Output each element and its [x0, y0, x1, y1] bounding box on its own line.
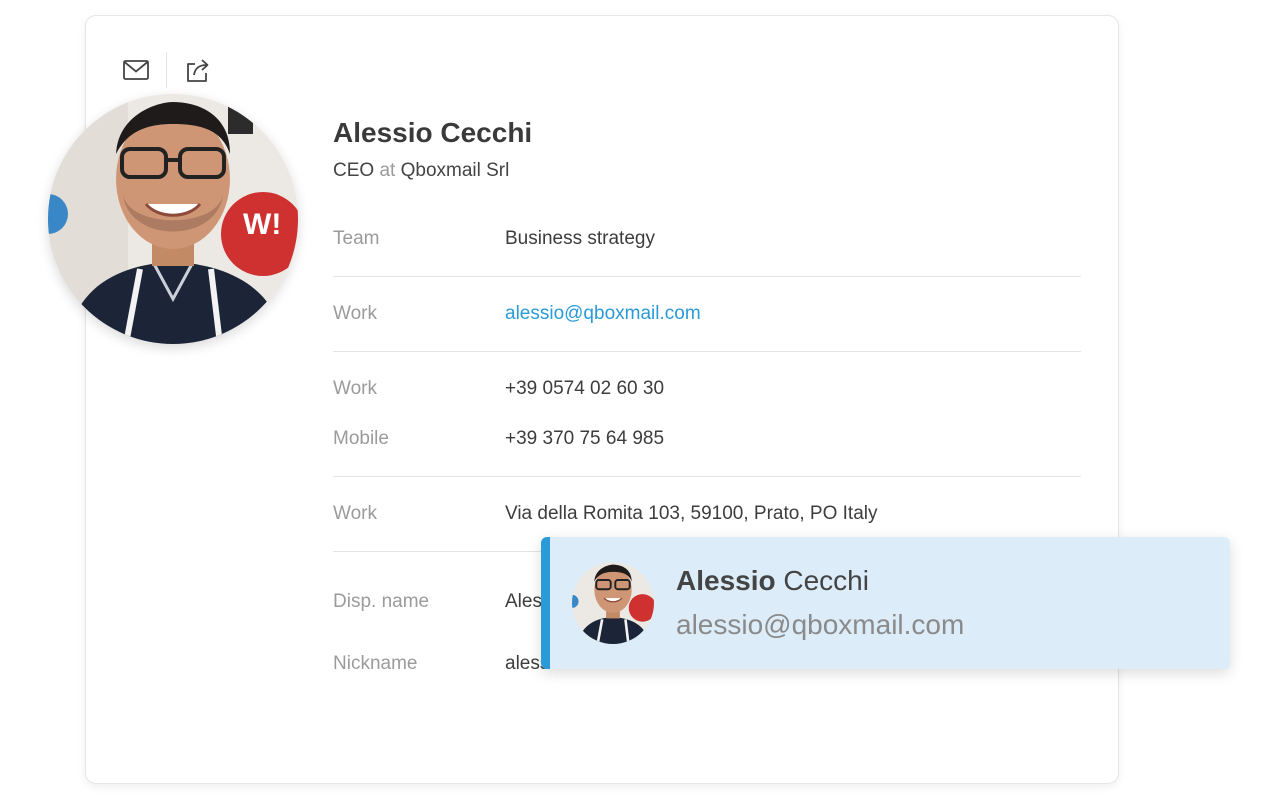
phone-mobile-label: Mobile [333, 428, 389, 449]
share-button[interactable] [182, 54, 214, 86]
popup-contact-email: alessio@qboxmail.com [676, 609, 965, 640]
address-value: Via della Romita 103, 59100, Prato, PO I… [505, 503, 878, 524]
contact-avatar: W! [48, 94, 298, 344]
contact-subtitle: CEO at Qboxmail Srl [333, 160, 509, 182]
popup-first-name: Alessio [676, 565, 776, 596]
email-button[interactable] [120, 54, 152, 86]
address-label: Work [333, 503, 377, 524]
popup-accent-bar [541, 537, 550, 669]
contact-suggestion-popup[interactable]: Alessio Cecchi alessio@qboxmail.com [541, 537, 1230, 669]
divider [333, 276, 1081, 277]
divider [333, 351, 1081, 352]
phone-work-value[interactable]: +39 0574 02 60 30 [505, 378, 664, 400]
phone-mobile-value[interactable]: +39 370 75 64 985 [505, 428, 664, 450]
contact-company: Qboxmail Srl [400, 160, 510, 181]
display-name-value: Ales [505, 591, 542, 612]
team-value: Business strategy [505, 228, 655, 249]
email-link[interactable]: alessio@qboxmail.com [505, 303, 701, 325]
phone-work-label: Work [333, 378, 377, 399]
popup-avatar [572, 562, 654, 644]
divider [333, 476, 1081, 477]
display-name-label: Disp. name [333, 591, 430, 612]
email-label: Work [333, 303, 377, 324]
svg-text:W!: W! [243, 208, 281, 241]
contact-name: Alessio Cecchi [333, 117, 533, 148]
team-label: Team [333, 228, 380, 249]
at-label: at [379, 160, 396, 181]
nickname-label: Nickname [333, 653, 418, 674]
toolbar-separator [166, 52, 167, 88]
popup-contact-name: Alessio Cecchi [676, 565, 869, 597]
popup-last-name: Cecchi [783, 565, 869, 596]
contact-role: CEO [333, 160, 375, 181]
share-icon [187, 59, 209, 82]
envelope-icon [123, 60, 149, 80]
